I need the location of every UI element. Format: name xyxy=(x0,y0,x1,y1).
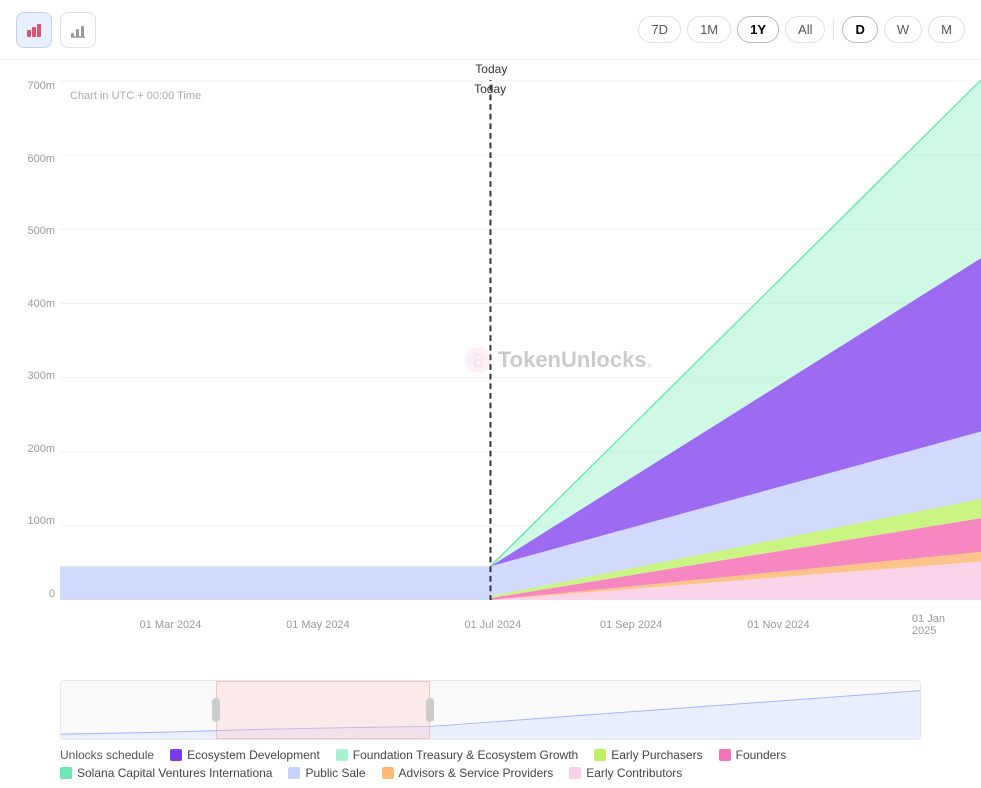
granularity-btn-d[interactable]: D xyxy=(842,16,877,43)
x-label-mar: 01 Mar 2024 xyxy=(140,619,202,631)
legend-label-foundation-treasury: Foundation Treasury & Ecosystem Growth xyxy=(353,748,578,762)
legend-label-founders: Founders xyxy=(736,748,787,762)
legend: Unlocks schedule Ecosystem Development F… xyxy=(0,740,981,788)
legend-item-public-sale: Public Sale xyxy=(288,766,365,780)
mini-chart[interactable] xyxy=(60,680,921,740)
legend-label-early-purchasers: Early Purchasers xyxy=(611,748,702,762)
legend-label-public-sale: Public Sale xyxy=(305,766,365,780)
legend-dot-ecosystem-dev xyxy=(170,749,182,761)
legend-dot-founders xyxy=(719,749,731,761)
granularity-btn-w[interactable]: W xyxy=(884,16,922,43)
y-axis: 0 100m 200m 300m 400m 500m 600m 700m xyxy=(5,80,55,600)
chart-type-icon-btn-2[interactable] xyxy=(60,12,96,48)
legend-item-solana-capital: Solana Capital Ventures Internationa xyxy=(60,766,272,780)
chart-inner: 0 100m 200m 300m 400m 500m 600m 700m xyxy=(60,80,981,640)
chart-type-icon-btn-1[interactable] xyxy=(16,12,52,48)
legend-label-advisors: Advisors & Service Providers xyxy=(399,766,554,780)
x-label-nov: 01 Nov 2024 xyxy=(747,619,809,631)
x-label-jul: 01 Jul 2024 xyxy=(464,619,521,631)
legend-item-advisors: Advisors & Service Providers xyxy=(382,766,554,780)
utc-label: Chart in UTC + 00:00 Time xyxy=(70,90,201,102)
legend-item-founders: Founders xyxy=(719,748,787,762)
mini-chart-svg xyxy=(61,681,920,739)
granularity-btn-m[interactable]: M xyxy=(928,16,965,43)
legend-label-early-contributors: Early Contributors xyxy=(586,766,682,780)
legend-dot-solana-capital xyxy=(60,767,72,779)
toolbar-right: 7D 1M 1Y All D W M xyxy=(638,16,965,43)
mini-handle-right[interactable] xyxy=(426,698,434,722)
mini-selection[interactable] xyxy=(216,681,431,739)
legend-label-solana-capital: Solana Capital Ventures Internationa xyxy=(77,766,272,780)
legend-item-foundation-treasury: Foundation Treasury & Ecosystem Growth xyxy=(336,748,578,762)
chart-container: 0 100m 200m 300m 400m 500m 600m 700m xyxy=(0,60,981,680)
chart-icon xyxy=(25,21,43,39)
x-label-jan: 01 Jan 2025 xyxy=(912,613,958,637)
y-label-200m: 200m xyxy=(5,443,55,455)
y-label-300m: 300m xyxy=(5,370,55,382)
toolbar: 7D 1M 1Y All D W M xyxy=(0,0,981,60)
legend-dot-public-sale xyxy=(288,767,300,779)
legend-label-ecosystem-dev: Ecosystem Development xyxy=(187,748,320,762)
area-chart-svg xyxy=(60,80,981,600)
y-label-500m: 500m xyxy=(5,225,55,237)
separator xyxy=(833,20,834,40)
y-label-600m: 600m xyxy=(5,153,55,165)
toolbar-left xyxy=(16,12,96,48)
mini-handle-left[interactable] xyxy=(212,698,220,722)
today-label: Today xyxy=(475,62,507,76)
y-label-0: 0 xyxy=(5,588,55,600)
legend-dot-early-purchasers xyxy=(594,749,606,761)
x-label-sep: 01 Sep 2024 xyxy=(600,619,662,631)
legend-item-early-purchasers: Early Purchasers xyxy=(594,748,702,762)
bar-icon xyxy=(69,21,87,39)
legend-label-unlocks-schedule: Unlocks schedule xyxy=(60,748,154,762)
legend-item-unlocks-schedule: Unlocks schedule xyxy=(60,748,154,762)
x-label-may: 01 May 2024 xyxy=(286,619,350,631)
legend-dot-advisors xyxy=(382,767,394,779)
legend-dot-early-contributors xyxy=(569,767,581,779)
time-btn-all[interactable]: All xyxy=(785,16,825,43)
y-label-100m: 100m xyxy=(5,515,55,527)
y-label-700m: 700m xyxy=(5,80,55,92)
legend-item-ecosystem-dev: Ecosystem Development xyxy=(170,748,320,762)
y-label-400m: 400m xyxy=(5,298,55,310)
x-axis: 01 Mar 2024 01 May 2024 01 Jul 2024 01 S… xyxy=(60,610,981,640)
time-btn-1y[interactable]: 1Y xyxy=(737,16,779,43)
legend-dot-foundation-treasury xyxy=(336,749,348,761)
time-btn-7d[interactable]: 7D xyxy=(638,16,681,43)
legend-item-early-contributors: Early Contributors xyxy=(569,766,682,780)
time-btn-1m[interactable]: 1M xyxy=(687,16,731,43)
